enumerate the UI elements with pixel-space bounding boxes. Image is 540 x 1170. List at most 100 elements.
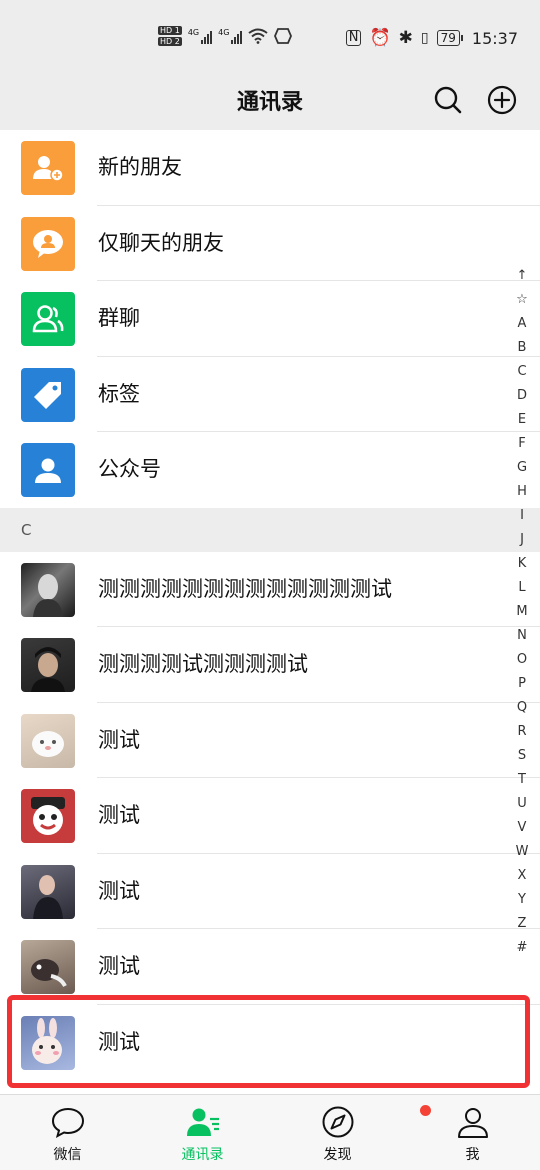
index-letter[interactable]: S bbox=[518, 744, 526, 768]
bluetooth-icon: ✱ bbox=[398, 28, 413, 48]
avatar bbox=[21, 1015, 75, 1070]
contact-row[interactable]: 测试 bbox=[0, 778, 540, 854]
contact-row[interactable]: 测试 bbox=[0, 929, 540, 1005]
contact-row[interactable]: 测试 bbox=[0, 1004, 540, 1080]
index-letter[interactable]: F bbox=[518, 432, 525, 456]
index-letter[interactable]: M bbox=[516, 600, 527, 624]
compass-icon bbox=[322, 1106, 353, 1138]
index-letter[interactable]: K bbox=[518, 552, 527, 576]
row-label: 测试 bbox=[98, 954, 140, 978]
vibrate-icon: ▯ bbox=[420, 30, 429, 46]
row-label: 测测测测试测测测测试 bbox=[98, 652, 308, 676]
index-letter[interactable]: P bbox=[518, 672, 526, 696]
index-letter[interactable]: A bbox=[518, 312, 527, 336]
clock: 15:37 bbox=[471, 28, 518, 48]
tab-me[interactable]: 我 bbox=[405, 1095, 540, 1170]
tab-discover[interactable]: 发现 bbox=[270, 1095, 431, 1170]
nfc-icon: N bbox=[345, 30, 362, 46]
index-letter[interactable]: J bbox=[520, 528, 524, 552]
index-letter[interactable]: Q bbox=[517, 696, 527, 720]
index-letter[interactable]: ↑ bbox=[517, 264, 528, 288]
index-letter[interactable]: H bbox=[517, 480, 527, 504]
battery-icon: 79 bbox=[436, 30, 464, 46]
index-letter[interactable]: O bbox=[517, 648, 527, 672]
index-letter[interactable]: ☆ bbox=[516, 288, 528, 312]
section-header-c: C bbox=[0, 507, 540, 552]
chat-bubble-icon bbox=[51, 1107, 84, 1138]
row-group-chats[interactable]: 群聊 bbox=[0, 281, 540, 357]
signal-1-icon: 4G bbox=[188, 28, 213, 44]
row-label: 标签 bbox=[98, 381, 140, 406]
person-icon bbox=[457, 1108, 488, 1138]
tab-contacts[interactable]: 通讯录 bbox=[135, 1095, 270, 1170]
index-letter[interactable]: Y bbox=[518, 888, 526, 912]
avatar bbox=[21, 789, 75, 843]
row-label: 测试 bbox=[98, 803, 140, 827]
index-letter[interactable]: E bbox=[518, 408, 526, 432]
signal-2-icon: 4G bbox=[218, 28, 243, 44]
index-letter[interactable]: V bbox=[518, 816, 527, 840]
avatar bbox=[21, 713, 75, 768]
hd2-badge: HD 2 bbox=[158, 37, 182, 46]
tag-icon bbox=[21, 367, 75, 422]
official-account-icon bbox=[21, 443, 75, 497]
index-letter[interactable]: B bbox=[518, 336, 527, 360]
index-letter[interactable]: N bbox=[517, 624, 527, 648]
row-label: 测试 bbox=[98, 727, 140, 752]
avatar bbox=[21, 864, 75, 919]
row-label: 公众号 bbox=[98, 457, 161, 481]
contact-row[interactable]: 测试 bbox=[0, 702, 540, 778]
status-bar: HD 1 HD 2 4G 4G N ⏰ ✱ ▯ 79 15:37 bbox=[0, 0, 540, 70]
chat-only-icon bbox=[21, 216, 75, 271]
hotspot-icon bbox=[274, 28, 293, 44]
row-new-friends[interactable]: 新的朋友 bbox=[0, 130, 540, 206]
wifi-icon bbox=[248, 28, 269, 44]
status-right-icons: N ⏰ ✱ ▯ 79 15:37 bbox=[345, 28, 518, 48]
tab-label: 微信 bbox=[53, 1147, 82, 1163]
index-letter[interactable]: L bbox=[518, 576, 525, 600]
contact-row[interactable]: 测测测测试测测测测试 bbox=[0, 627, 540, 703]
tab-label: 发现 bbox=[323, 1147, 352, 1163]
index-letter[interactable]: I bbox=[520, 504, 524, 528]
status-left-icons: HD 1 HD 2 4G 4G bbox=[158, 26, 293, 46]
row-label: 仅聊天的朋友 bbox=[98, 230, 224, 255]
row-label: 新的朋友 bbox=[98, 155, 182, 179]
index-letter[interactable]: D bbox=[517, 384, 527, 408]
alarm-icon: ⏰ bbox=[369, 28, 391, 48]
row-chat-only-friends[interactable]: 仅聊天的朋友 bbox=[0, 205, 540, 281]
contacts-list: 新的朋友 仅聊天的朋友 群聊 标签 公众号 C 测测测测测测测测测测测测测试 测… bbox=[0, 130, 540, 1156]
title-bar: 通讯录 bbox=[0, 70, 540, 130]
search-icon bbox=[434, 86, 462, 114]
index-letter[interactable]: U bbox=[517, 792, 527, 816]
row-label: 测试 bbox=[98, 1029, 140, 1054]
row-official-accounts[interactable]: 公众号 bbox=[0, 432, 540, 508]
tab-chats[interactable]: 微信 bbox=[0, 1095, 135, 1170]
index-letter[interactable]: X bbox=[518, 864, 527, 888]
add-button[interactable] bbox=[484, 82, 520, 118]
index-letter[interactable]: C bbox=[517, 360, 526, 384]
row-label: 测测测测测测测测测测测测测试 bbox=[98, 576, 392, 601]
index-letter[interactable]: T bbox=[518, 768, 526, 792]
row-tags[interactable]: 标签 bbox=[0, 356, 540, 432]
hd1-badge: HD 1 bbox=[158, 26, 182, 35]
index-letter[interactable]: R bbox=[517, 720, 526, 744]
tab-label: 通讯录 bbox=[181, 1147, 224, 1163]
contact-row[interactable]: 测测测测测测测测测测测测测试 bbox=[0, 551, 540, 627]
contacts-icon bbox=[186, 1108, 219, 1136]
row-label: 测试 bbox=[98, 878, 140, 903]
search-button[interactable] bbox=[430, 82, 466, 118]
row-label: 群聊 bbox=[98, 306, 140, 330]
alphabet-index[interactable]: ↑ ☆ A B C D E F G H I J K L M N O P Q R S T U V W X Y Z # bbox=[514, 264, 530, 960]
index-letter[interactable]: Z bbox=[518, 912, 527, 936]
tab-label: 我 bbox=[465, 1147, 480, 1163]
avatar bbox=[21, 562, 75, 617]
index-letter[interactable]: W bbox=[516, 840, 529, 864]
plus-circle-icon bbox=[487, 85, 517, 115]
add-friend-icon bbox=[21, 141, 75, 195]
avatar bbox=[21, 638, 75, 692]
index-letter[interactable]: G bbox=[517, 456, 527, 480]
contact-row[interactable]: 测试 bbox=[0, 853, 540, 929]
index-letter[interactable]: # bbox=[517, 936, 528, 960]
avatar bbox=[21, 940, 75, 994]
tab-bar: 微信 通讯录 发现 我 bbox=[0, 1094, 540, 1170]
